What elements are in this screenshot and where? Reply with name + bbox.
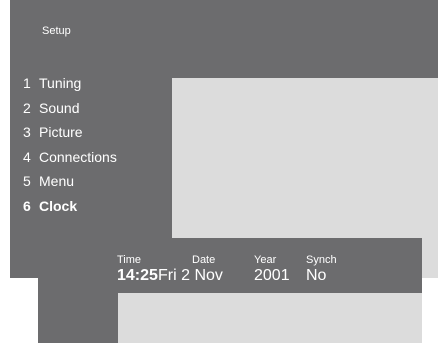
setup-menu: 1 Tuning 2 Sound 3 Picture 4 Connections… xyxy=(23,75,117,222)
menu-item-number: 3 xyxy=(23,124,31,140)
setup-panel: Setup 1 Tuning 2 Sound 3 Picture 4 Conne… xyxy=(10,0,438,278)
clock-date-field[interactable]: Date Fri 2 Nov xyxy=(158,254,223,285)
clock-synch-label: Synch xyxy=(306,254,337,266)
clock-popup-content xyxy=(118,293,422,343)
clock-year-label: Year xyxy=(254,254,277,266)
menu-item-number: 1 xyxy=(23,75,31,91)
clock-time-label: Time xyxy=(117,254,142,266)
menu-item-label: Connections xyxy=(39,148,117,165)
menu-item-number: 2 xyxy=(23,99,31,116)
menu-item-label: Tuning xyxy=(39,75,82,91)
menu-item-tuning[interactable]: 1 Tuning xyxy=(23,75,117,100)
menu-item-number: 6 xyxy=(23,197,31,214)
menu-item-menu[interactable]: 5 Menu xyxy=(23,173,117,198)
clock-time-value: 14:25 xyxy=(117,267,158,284)
clock-date-value: Fri 2 Nov xyxy=(158,267,223,284)
menu-item-number: 4 xyxy=(23,148,31,165)
menu-item-label: Sound xyxy=(39,99,80,116)
menu-item-clock[interactable]: 6 Clock xyxy=(23,198,117,223)
menu-item-sound[interactable]: 2 Sound xyxy=(23,100,117,125)
clock-time-field[interactable]: Time 14:25 xyxy=(117,254,158,285)
clock-year-value: 2001 xyxy=(254,267,290,284)
clock-popup: Time 14:25 Date Fri 2 Nov Year 2001 Sync… xyxy=(38,238,422,343)
menu-item-label: Clock xyxy=(39,197,78,214)
setup-title: Setup xyxy=(42,25,71,37)
clock-synch-field[interactable]: Synch No xyxy=(306,254,337,285)
menu-item-number: 5 xyxy=(23,173,31,189)
menu-item-picture[interactable]: 3 Picture xyxy=(23,124,117,149)
clock-synch-value: No xyxy=(306,267,327,284)
clock-date-label: Date xyxy=(192,254,216,266)
menu-item-label: Picture xyxy=(39,124,83,140)
menu-item-label: Menu xyxy=(39,173,75,189)
menu-item-connections[interactable]: 4 Connections xyxy=(23,149,117,174)
clock-year-field[interactable]: Year 2001 xyxy=(254,254,290,285)
